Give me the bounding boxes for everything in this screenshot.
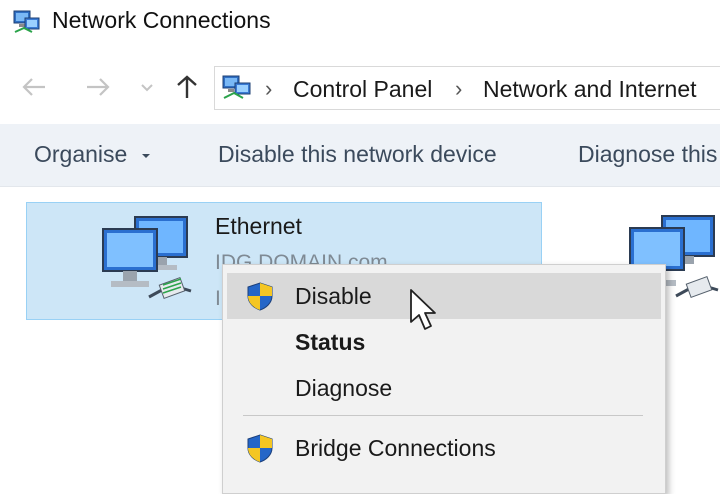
diagnose-connection-button[interactable]: Diagnose this xyxy=(578,141,717,168)
organise-label: Organise xyxy=(34,141,128,167)
disable-device-button[interactable]: Disable this network device xyxy=(218,141,497,168)
up-button[interactable] xyxy=(170,70,204,104)
arrow-up-icon xyxy=(177,75,197,98)
uac-shield-icon xyxy=(247,282,273,311)
menu-label-disable: Disable xyxy=(295,283,372,309)
breadcrumb-control-panel[interactable]: Control Panel xyxy=(293,76,432,103)
menu-item-disable[interactable]: Disable xyxy=(227,273,661,319)
back-button[interactable] xyxy=(14,70,54,104)
network-connections-icon xyxy=(13,10,40,33)
menu-label-diagnose: Diagnose xyxy=(295,375,393,401)
chevron-down-icon xyxy=(141,84,153,92)
arrow-right-icon xyxy=(87,78,110,96)
organise-button[interactable]: Organise xyxy=(34,141,152,168)
recent-locations-button[interactable] xyxy=(136,70,158,104)
title-bar: Network Connections xyxy=(0,0,720,46)
menu-label-status: Status xyxy=(295,329,366,355)
context-menu: Disable Status Diagnose Bridge Connectio… xyxy=(222,264,666,494)
menu-item-status[interactable]: Status xyxy=(227,319,661,365)
navigation-row: › Control Panel › Network and Internet xyxy=(0,60,720,116)
command-bar: Organise Disable this network device Dia… xyxy=(0,124,720,187)
ethernet-adapter-icon xyxy=(102,216,192,299)
arrow-left-icon xyxy=(22,78,45,96)
forward-button[interactable] xyxy=(78,70,118,104)
uac-shield-icon xyxy=(247,434,273,463)
menu-item-bridge-connections[interactable]: Bridge Connections xyxy=(227,425,661,471)
chevron-right-icon: › xyxy=(455,76,463,101)
caret-down-icon xyxy=(141,153,150,158)
window-title: Network Connections xyxy=(52,7,271,33)
mouse-pointer-icon xyxy=(410,289,436,330)
menu-item-diagnose[interactable]: Diagnose xyxy=(227,365,661,411)
address-bar[interactable]: › Control Panel › Network and Internet xyxy=(214,66,720,110)
menu-label-bridge-connections: Bridge Connections xyxy=(295,435,496,461)
chevron-right-icon: › xyxy=(265,76,273,101)
breadcrumb-network-and-internet[interactable]: Network and Internet xyxy=(483,76,697,103)
network-folder-icon xyxy=(222,75,251,99)
connection-name: Ethernet xyxy=(215,213,302,239)
menu-separator xyxy=(243,415,643,416)
